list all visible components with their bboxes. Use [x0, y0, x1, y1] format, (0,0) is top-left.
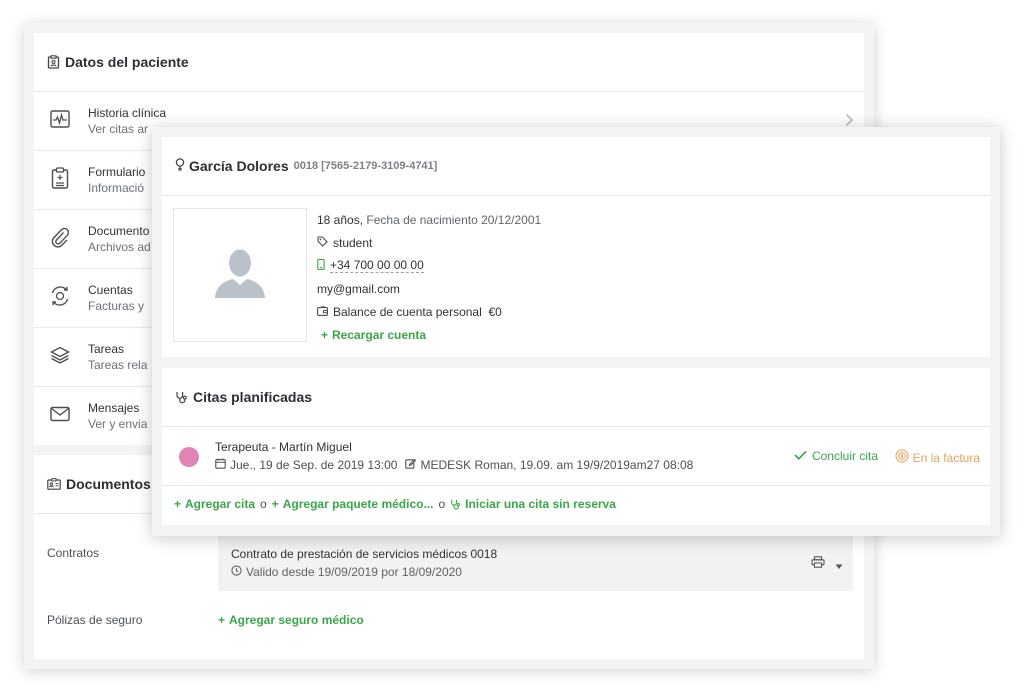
patient-tag-line: student: [317, 231, 541, 254]
menu-item-subtitle: Facturas y: [88, 299, 145, 313]
contract-item[interactable]: Contrato de prestación de servicios médi…: [218, 533, 853, 591]
wallet-icon: [317, 305, 333, 319]
balance-value: €0: [488, 304, 502, 319]
add-appointment-button[interactable]: + Agregar cita: [174, 497, 255, 511]
appointment-meta: Jue., 19 de Sep. de 2019 13:00 MEDESK Ro…: [215, 458, 693, 472]
heart-monitor-icon: [50, 109, 70, 133]
patient-data-header: Datos del paciente: [34, 33, 864, 92]
patient-birthdate: Fecha de nacimiento 20/12/2001: [366, 212, 542, 227]
or-separator: o: [438, 497, 446, 511]
patient-data-title: Datos del paciente: [65, 54, 189, 70]
patient-photo[interactable]: [173, 208, 307, 342]
contract-title: Contrato de prestación de servicios médi…: [231, 547, 498, 561]
in-invoice-label: En la factura: [912, 450, 980, 465]
menu-item-subtitle: Tareas rela: [88, 358, 148, 372]
contracts-label: Contratos: [47, 546, 100, 560]
recharge-account-label: Recargar cuenta: [332, 327, 427, 342]
patient-tag: student: [333, 235, 373, 250]
appointment-date: Jue., 19 de Sep. de 2019 13:00: [230, 458, 398, 472]
planned-appointments-card: Citas planificadas Terapeuta - Martín Mi…: [162, 368, 990, 525]
insurance-policies-label: Pólizas de seguro: [47, 613, 143, 627]
menu-item-subtitle: Informació: [88, 181, 145, 195]
appointments-title: Citas planificadas: [193, 389, 313, 405]
documents-title: Documentos: [66, 476, 151, 492]
patient-info: 18 años, Fecha de nacimiento 20/12/2001 …: [317, 208, 541, 346]
checkmark-icon: [794, 449, 812, 463]
menu-item-title: Tareas: [88, 342, 125, 356]
plus-icon: +: [174, 497, 182, 511]
contract-validity: Valido desde 19/09/2019 por 18/09/2020: [231, 565, 462, 579]
appointment-color-dot: [179, 447, 199, 467]
patient-phone[interactable]: +34 700 00 00 00: [330, 258, 424, 273]
stethoscope-icon: [175, 391, 188, 404]
menu-item-title: Historia clínica: [88, 106, 167, 120]
female-icon: [175, 157, 185, 175]
plus-icon: +: [321, 327, 329, 342]
plus-icon: +: [218, 613, 226, 627]
contract-valid-text: Valido desde 19/09/2019 por 18/09/2020: [246, 565, 462, 579]
patient-summary-panel: García Dolores 0018 [7565-2179-3109-4741…: [152, 127, 1000, 536]
menu-item-title: Cuentas: [88, 283, 133, 297]
appointment-actions: + Agregar cita o + Agregar paquete médico.…: [174, 497, 616, 511]
money-cycle-icon: [49, 285, 71, 312]
clipboard-person-icon: [47, 55, 60, 69]
patient-email[interactable]: my@gmail.com: [317, 282, 400, 296]
clipboard-icon: [51, 166, 69, 194]
add-insurance-button[interactable]: + Agregar seguro médico: [218, 613, 364, 627]
paperclip-icon: [51, 226, 70, 253]
start-unbooked-label: Iniciar una cita sin reserva: [465, 497, 616, 511]
clock-icon: [231, 565, 246, 579]
add-package-button[interactable]: + Agregar paquete médico...: [272, 497, 434, 511]
plus-icon: +: [271, 497, 279, 511]
menu-item-title: Mensajes: [88, 401, 140, 415]
menu-item-title: Documento: [88, 224, 150, 238]
conclude-appointment-label: Concluir cita: [811, 449, 878, 463]
layers-icon: [50, 346, 70, 369]
appointment-title: Terapeuta - Martín Miguel: [215, 440, 352, 454]
menu-item-subtitle: Ver y envia: [88, 417, 148, 431]
edit-note-icon: [405, 458, 420, 472]
appointment-row[interactable]: Terapeuta - Martín Miguel Jue., 19 de Se…: [162, 427, 990, 486]
patient-email-line: my@gmail.com: [317, 277, 541, 300]
id-card-icon: [47, 478, 61, 490]
patient-age-line: 18 años, Fecha de nacimiento 20/12/2001: [317, 208, 541, 231]
recharge-account-button[interactable]: + Recargar cuenta: [317, 323, 541, 346]
patient-name: García Dolores: [189, 158, 289, 174]
invoice-coin-icon: [895, 449, 913, 466]
patient-card: García Dolores 0018 [7565-2179-3109-4741…: [162, 137, 990, 357]
caret-down-icon[interactable]: [835, 557, 843, 575]
in-invoice-button[interactable]: En la factura: [895, 449, 980, 466]
start-unbooked-appointment-button[interactable]: Iniciar una cita sin reserva: [450, 497, 616, 511]
menu-item-title: Formulario: [88, 165, 146, 179]
balance-label: Balance de cuenta personal: [333, 304, 482, 319]
patient-balance-line: Balance de cuenta personal €0: [317, 300, 541, 323]
add-insurance-label: Agregar seguro médico: [229, 613, 364, 627]
conclude-appointment-button[interactable]: Concluir cita: [794, 449, 878, 463]
printer-icon[interactable]: [811, 555, 825, 573]
appointment-note: MEDESK Roman, 19.09. am 19/9/2019am27 08…: [420, 458, 694, 472]
menu-item-subtitle: Archivos ad: [88, 240, 151, 254]
envelope-icon: [50, 406, 70, 427]
calendar-icon: [215, 458, 230, 472]
or-separator: o: [260, 497, 267, 511]
avatar-placeholder-icon: [213, 248, 267, 303]
patient-id: 0018 [7565-2179-3109-4741]: [293, 160, 438, 172]
patient-age: 18 años,: [317, 212, 364, 227]
add-appointment-label: Agregar cita: [185, 497, 256, 511]
appointments-header: Citas planificadas: [162, 368, 990, 427]
add-package-label: Agregar paquete médico...: [282, 497, 434, 511]
tag-icon: [317, 235, 333, 250]
patient-header: García Dolores 0018 [7565-2179-3109-4741…: [162, 137, 990, 196]
stethoscope-icon: [450, 499, 461, 510]
patient-phone-line: +34 700 00 00 00: [317, 254, 541, 277]
mobile-phone-icon: [317, 258, 330, 273]
